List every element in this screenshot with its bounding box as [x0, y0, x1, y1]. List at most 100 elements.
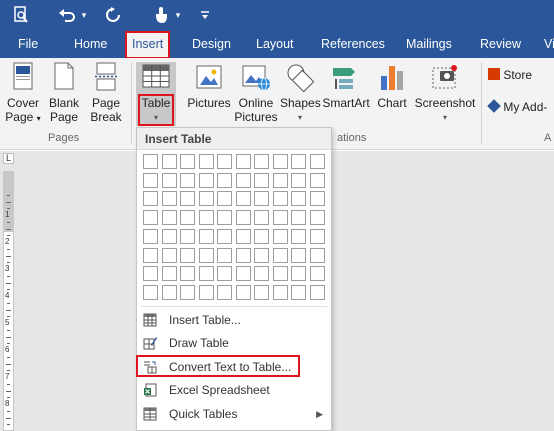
grid-cell[interactable] — [180, 247, 195, 263]
grid-cell[interactable] — [272, 228, 288, 244]
grid-cell[interactable] — [180, 266, 195, 282]
redo-button[interactable] — [102, 4, 124, 26]
grid-cell[interactable] — [309, 154, 325, 169]
screenshot-button[interactable]: Screenshot ▾ — [412, 62, 478, 125]
grid-cell[interactable] — [217, 266, 232, 282]
tab-references[interactable]: References — [321, 30, 385, 58]
grid-cell[interactable] — [198, 191, 214, 207]
tab-review[interactable]: Review — [480, 30, 521, 58]
grid-cell[interactable] — [198, 284, 214, 300]
grid-cell[interactable] — [309, 247, 325, 263]
grid-cell[interactable] — [198, 154, 214, 169]
tab-insert[interactable]: Insert — [124, 31, 171, 59]
tab-view[interactable]: Vi — [544, 30, 554, 58]
grid-cell[interactable] — [309, 172, 325, 188]
grid-cell[interactable] — [161, 266, 177, 282]
grid-cell[interactable] — [254, 228, 269, 244]
grid-cell[interactable] — [235, 247, 251, 263]
grid-cell[interactable] — [198, 172, 214, 188]
grid-cell[interactable] — [272, 172, 288, 188]
grid-cell[interactable] — [235, 266, 251, 282]
grid-cell[interactable] — [254, 266, 269, 282]
grid-cell[interactable] — [161, 247, 177, 263]
grid-cell[interactable] — [254, 154, 269, 169]
grid-cell[interactable] — [143, 228, 158, 244]
grid-cell[interactable] — [272, 266, 288, 282]
cover-page-button[interactable]: Cover Page ▾ — [4, 62, 42, 126]
grid-cell[interactable] — [309, 228, 325, 244]
grid-cell[interactable] — [143, 284, 158, 300]
grid-cell[interactable] — [161, 191, 177, 207]
undo-dropdown[interactable]: ▾ — [78, 4, 90, 26]
grid-cell[interactable] — [143, 172, 158, 188]
grid-cell[interactable] — [143, 247, 158, 263]
customize-qat-button[interactable] — [198, 4, 212, 26]
print-preview-button[interactable] — [10, 4, 32, 26]
grid-cell[interactable] — [235, 172, 251, 188]
grid-cell[interactable] — [161, 228, 177, 244]
store-button[interactable]: Store — [488, 68, 554, 82]
grid-cell[interactable] — [217, 228, 232, 244]
grid-cell[interactable] — [272, 247, 288, 263]
tab-file[interactable]: File — [18, 30, 38, 58]
pictures-button[interactable]: Pictures — [186, 62, 232, 110]
grid-cell[interactable] — [217, 210, 232, 226]
grid-cell[interactable] — [180, 228, 195, 244]
grid-cell[interactable] — [217, 172, 232, 188]
chart-button[interactable]: Chart — [374, 62, 410, 110]
grid-cell[interactable] — [198, 228, 214, 244]
grid-cell[interactable] — [291, 172, 306, 188]
grid-cell[interactable] — [217, 154, 232, 169]
grid-cell[interactable] — [291, 228, 306, 244]
grid-cell[interactable] — [254, 172, 269, 188]
online-pictures-button[interactable]: Online Pictures — [234, 62, 278, 124]
tab-selector[interactable]: L — [3, 153, 14, 164]
touch-mode-dropdown[interactable]: ▾ — [172, 4, 184, 26]
grid-cell[interactable] — [309, 266, 325, 282]
grid-cell[interactable] — [180, 154, 195, 169]
vertical-ruler[interactable]: 1 2 3 4 5 6 7 8 — [3, 171, 14, 431]
grid-cell[interactable] — [198, 266, 214, 282]
grid-cell[interactable] — [161, 210, 177, 226]
grid-cell[interactable] — [143, 191, 158, 207]
grid-cell[interactable] — [235, 191, 251, 207]
page-break-button[interactable]: Page Break — [88, 62, 124, 124]
grid-cell[interactable] — [235, 154, 251, 169]
grid-cell[interactable] — [161, 172, 177, 188]
grid-cell[interactable] — [161, 154, 177, 169]
my-addins-button[interactable]: My Add- — [487, 99, 554, 114]
grid-cell[interactable] — [254, 210, 269, 226]
grid-cell[interactable] — [143, 266, 158, 282]
grid-cell[interactable] — [180, 172, 195, 188]
grid-cell[interactable] — [198, 210, 214, 226]
grid-cell[interactable] — [309, 191, 325, 207]
menu-item-quick-tables[interactable]: Quick Tables ▶ — [137, 403, 331, 425]
grid-cell[interactable] — [291, 191, 306, 207]
grid-cell[interactable] — [180, 210, 195, 226]
grid-cell[interactable] — [272, 210, 288, 226]
grid-cell[interactable] — [291, 247, 306, 263]
grid-cell[interactable] — [272, 191, 288, 207]
grid-cell[interactable] — [143, 210, 158, 226]
touch-mode-button[interactable] — [150, 4, 172, 26]
grid-cell[interactable] — [180, 191, 195, 207]
grid-cell[interactable] — [309, 284, 325, 300]
grid-cell[interactable] — [198, 247, 214, 263]
grid-cell[interactable] — [217, 191, 232, 207]
grid-cell[interactable] — [161, 284, 177, 300]
tab-mailings[interactable]: Mailings — [406, 30, 452, 58]
grid-cell[interactable] — [143, 154, 158, 169]
grid-cell[interactable] — [291, 284, 306, 300]
grid-cell[interactable] — [291, 154, 306, 169]
undo-button[interactable] — [56, 4, 78, 26]
tab-home[interactable]: Home — [74, 30, 107, 58]
grid-cell[interactable] — [235, 228, 251, 244]
grid-cell[interactable] — [272, 284, 288, 300]
grid-cell[interactable] — [180, 284, 195, 300]
menu-item-excel-spreadsheet[interactable]: Excel Spreadsheet — [137, 379, 331, 401]
menu-item-insert-table[interactable]: Insert Table... — [137, 309, 331, 331]
menu-item-draw-table[interactable]: Draw Table — [137, 332, 331, 354]
grid-cell[interactable] — [254, 191, 269, 207]
grid-cell[interactable] — [217, 247, 232, 263]
tab-design[interactable]: Design — [192, 30, 231, 58]
